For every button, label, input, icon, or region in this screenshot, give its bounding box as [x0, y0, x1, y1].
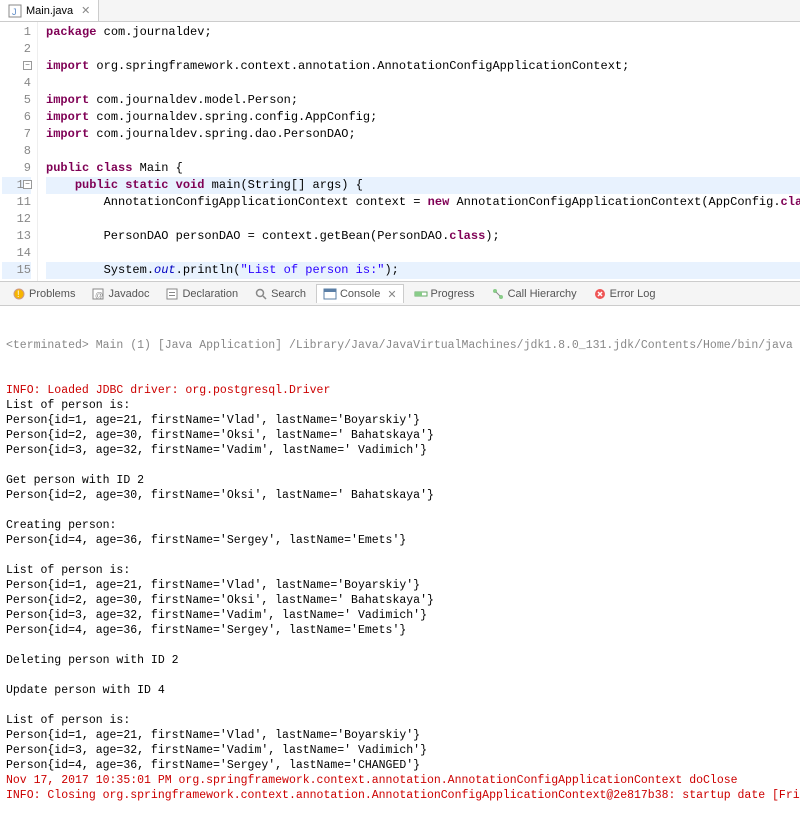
svg-text:J: J: [12, 7, 17, 17]
console-line: Person{id=3, age=32, firstName='Vadim', …: [6, 608, 794, 623]
console-line: Person{id=2, age=30, firstName='Oksi', l…: [6, 593, 794, 608]
console-line: Person{id=1, age=21, firstName='Vlad', l…: [6, 728, 794, 743]
declaration-icon: [165, 287, 179, 301]
svg-text:@: @: [95, 291, 103, 300]
console-line: Person{id=3, age=32, firstName='Vadim', …: [6, 743, 794, 758]
console-line: [6, 548, 794, 563]
editor-tab-bar: J Main.java ✕: [0, 0, 800, 22]
console-line: Person{id=2, age=30, firstName='Oksi', l…: [6, 488, 794, 503]
console-line: Person{id=1, age=21, firstName='Vlad', l…: [6, 413, 794, 428]
code-line[interactable]: package com.journaldev;: [46, 24, 800, 41]
code-line[interactable]: AnnotationConfigApplicationContext conte…: [46, 194, 800, 211]
svg-text:!: !: [17, 289, 20, 299]
console-line: Person{id=1, age=21, firstName='Vlad', l…: [6, 578, 794, 593]
editor-tab-label: Main.java: [26, 5, 73, 17]
tab-console[interactable]: Console✕: [316, 284, 404, 303]
code-line[interactable]: [46, 211, 800, 228]
tab-search[interactable]: Search: [248, 285, 312, 303]
console-line: Person{id=3, age=32, firstName='Vadim', …: [6, 443, 794, 458]
tab-callhierarchy[interactable]: Call Hierarchy: [485, 285, 583, 303]
view-tab-label: Error Log: [610, 288, 656, 300]
tab-progress[interactable]: Progress: [408, 285, 481, 303]
line-gutter: 123−45678910−1112131415: [0, 22, 38, 281]
close-icon[interactable]: ✕: [77, 4, 90, 17]
code-line[interactable]: [46, 75, 800, 92]
code-content[interactable]: package com.journaldev; import org.sprin…: [38, 22, 800, 281]
hierarchy-icon: [491, 287, 505, 301]
view-tab-label: Javadoc: [108, 288, 149, 300]
console-line: Deleting person with ID 2: [6, 653, 794, 668]
console-line: Nov 17, 2017 10:35:01 PM org.springframe…: [6, 773, 794, 788]
console-line: [6, 698, 794, 713]
java-file-icon: J: [8, 4, 22, 18]
tab-problems[interactable]: ! Problems: [6, 285, 81, 303]
console-line: INFO: Loaded JDBC driver: org.postgresql…: [6, 383, 794, 398]
code-line[interactable]: [46, 143, 800, 160]
code-line[interactable]: public class Main {: [46, 160, 800, 177]
code-line[interactable]: import com.journaldev.spring.dao.PersonD…: [46, 126, 800, 143]
close-icon[interactable]: ✕: [383, 288, 396, 301]
console-line: [6, 668, 794, 683]
view-tab-label: Problems: [29, 288, 75, 300]
tab-declaration[interactable]: Declaration: [159, 285, 244, 303]
view-tab-label: Progress: [431, 288, 475, 300]
console-line: INFO: Closing org.springframework.contex…: [6, 788, 794, 803]
fold-toggle-icon[interactable]: −: [23, 61, 32, 70]
console-line: Person{id=4, age=36, firstName='Sergey',…: [6, 533, 794, 548]
code-editor[interactable]: 123−45678910−1112131415 package com.jour…: [0, 22, 800, 281]
code-line[interactable]: [46, 41, 800, 58]
code-line[interactable]: import com.journaldev.spring.config.AppC…: [46, 109, 800, 126]
console-line: [6, 503, 794, 518]
console-terminated-line: <terminated> Main (1) [Java Application]…: [6, 338, 794, 353]
tab-errorlog[interactable]: Error Log: [587, 285, 662, 303]
console-line: Person{id=4, age=36, firstName='Sergey',…: [6, 623, 794, 638]
console-line: Person{id=2, age=30, firstName='Oksi', l…: [6, 428, 794, 443]
code-line[interactable]: System.out.println("List of person is:")…: [46, 262, 800, 279]
search-icon: [254, 287, 268, 301]
progress-icon: [414, 287, 428, 301]
view-tab-label: Declaration: [182, 288, 238, 300]
editor-pane: J Main.java ✕ 123−45678910−1112131415 pa…: [0, 0, 800, 282]
console-line: List of person is:: [6, 563, 794, 578]
console-output[interactable]: <terminated> Main (1) [Java Application]…: [0, 306, 800, 835]
error-icon: [593, 287, 607, 301]
console-line: Get person with ID 2: [6, 473, 794, 488]
javadoc-icon: @: [91, 287, 105, 301]
tab-javadoc[interactable]: @ Javadoc: [85, 285, 155, 303]
view-tab-label: Call Hierarchy: [508, 288, 577, 300]
code-line[interactable]: import com.journaldev.model.Person;: [46, 92, 800, 109]
console-line: List of person is:: [6, 398, 794, 413]
views-pane: ! Problems @ Javadoc Declaration Search Consol…: [0, 282, 800, 835]
view-tab-bar: ! Problems @ Javadoc Declaration Search Consol…: [0, 282, 800, 306]
console-line: Person{id=4, age=36, firstName='Sergey',…: [6, 758, 794, 773]
view-tab-label: Console: [340, 288, 380, 300]
code-line[interactable]: [46, 245, 800, 262]
problems-icon: !: [12, 287, 26, 301]
code-line[interactable]: import org.springframework.context.annot…: [46, 58, 800, 75]
console-line: [6, 638, 794, 653]
fold-toggle-icon[interactable]: −: [23, 180, 32, 189]
editor-tab-main[interactable]: J Main.java ✕: [0, 0, 99, 21]
console-icon: [323, 287, 337, 301]
code-line[interactable]: PersonDAO personDAO = context.getBean(Pe…: [46, 228, 800, 245]
code-line[interactable]: public static void main(String[] args) {: [46, 177, 800, 194]
console-line: Update person with ID 4: [6, 683, 794, 698]
console-line: [6, 458, 794, 473]
view-tab-label: Search: [271, 288, 306, 300]
console-line: Creating person:: [6, 518, 794, 533]
console-line: List of person is:: [6, 713, 794, 728]
